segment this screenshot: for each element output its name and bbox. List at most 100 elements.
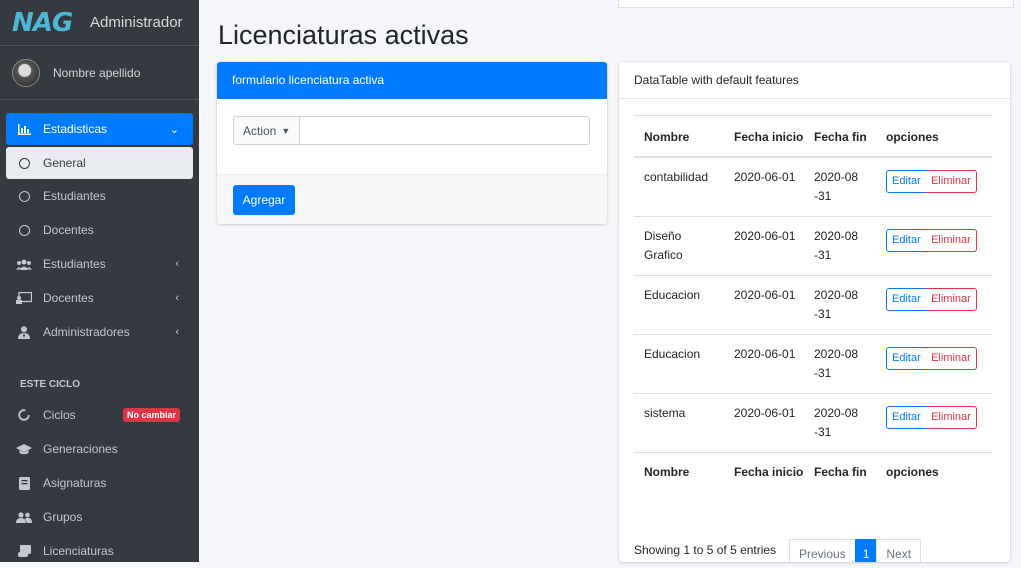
circle-icon bbox=[15, 157, 33, 169]
cell-nombre: Educacion bbox=[634, 333, 724, 393]
delete-button[interactable]: Eliminar bbox=[926, 287, 977, 311]
sidebar-item-label: Generaciones bbox=[43, 442, 118, 456]
cell-opciones: Editar Eliminar bbox=[876, 274, 992, 334]
cell-opciones: Editar Eliminar bbox=[876, 333, 992, 393]
sidebar: NAG Administrador Nombre apellido Estadi… bbox=[0, 0, 199, 562]
user-panel[interactable]: Nombre apellido bbox=[0, 46, 199, 100]
sidebar-subitem-docentes[interactable]: Docentes bbox=[6, 213, 193, 247]
sidebar-item-docentes[interactable]: Docentes ‹ bbox=[6, 281, 193, 315]
circle-icon bbox=[15, 224, 33, 236]
pagination: Previous 1 Next bbox=[789, 539, 922, 562]
column-header-fecha-inicio[interactable]: Fecha inicio bbox=[724, 115, 804, 158]
top-navbar bbox=[618, 0, 1014, 8]
input-group: Action ▼ bbox=[233, 116, 590, 145]
sidebar-item-label: Estadisticas bbox=[43, 122, 108, 136]
table-row: Diseño Grafico 2020-06-01 2020-08-31 Edi… bbox=[634, 215, 992, 275]
sidebar-item-label: Ciclos bbox=[43, 408, 76, 422]
sidebar-subitem-general[interactable]: General bbox=[6, 147, 193, 179]
action-dropdown[interactable]: Action ▼ bbox=[233, 116, 300, 145]
status-badge: No cambiar bbox=[122, 408, 180, 422]
sidebar-item-label: Estudiantes bbox=[43, 257, 106, 271]
edit-button[interactable]: Editar bbox=[886, 170, 927, 193]
dropdown-label: Action bbox=[243, 123, 277, 138]
cell-nombre: contabilidad bbox=[634, 156, 724, 216]
sidebar-item-label: Grupos bbox=[43, 510, 83, 524]
table-info: Showing 1 to 5 of 5 entries bbox=[634, 543, 777, 557]
sidebar-item-label: General bbox=[43, 156, 86, 170]
cell-fecha-inicio: 2020-06-01 bbox=[724, 333, 804, 393]
user-friends-icon bbox=[15, 511, 33, 523]
sidebar-item-label: Administradores bbox=[43, 325, 130, 339]
licenciatura-input[interactable] bbox=[300, 116, 590, 145]
cell-fecha-inicio: 2020-06-01 bbox=[724, 156, 804, 216]
sidebar-item-label: Docentes bbox=[43, 291, 94, 305]
table-row: Educacion 2020-06-01 2020-08-31 Editar E… bbox=[634, 333, 992, 393]
chevron-left-icon: ‹ bbox=[175, 258, 179, 270]
sidebar-item-label: Asignaturas bbox=[43, 476, 107, 490]
table-card: DataTable with default features Nombre F… bbox=[619, 62, 1010, 562]
delete-button[interactable]: Eliminar bbox=[926, 405, 977, 429]
form-card-footer: Agregar bbox=[217, 174, 607, 224]
sidebar-item-administradores[interactable]: Administradores ‹ bbox=[6, 315, 193, 349]
edit-button[interactable]: Editar bbox=[886, 287, 927, 311]
users-icon bbox=[15, 259, 33, 270]
edit-button[interactable]: Editar bbox=[886, 405, 927, 429]
delete-button[interactable]: Eliminar bbox=[926, 170, 977, 193]
cell-fecha-fin: 2020-08-31 bbox=[804, 215, 876, 275]
sidebar-item-label: Docentes bbox=[43, 223, 94, 237]
sidebar-subitem-estudiantes[interactable]: Estudiantes bbox=[6, 179, 193, 213]
pagination-previous[interactable]: Previous bbox=[789, 539, 856, 562]
cell-fecha-fin: 2020-08-31 bbox=[804, 392, 876, 452]
delete-button[interactable]: Eliminar bbox=[926, 346, 977, 370]
cell-opciones: Editar Eliminar bbox=[876, 156, 992, 216]
brand-link[interactable]: NAG Administrador bbox=[0, 0, 199, 46]
sidebar-item-asignaturas[interactable]: Asignaturas bbox=[6, 466, 193, 500]
cell-fecha-fin: 2020-08-31 bbox=[804, 156, 876, 216]
book-icon bbox=[15, 476, 33, 490]
sidebar-item-licenciaturas[interactable]: Licenciaturas bbox=[6, 534, 193, 568]
chevron-down-icon: ⌄ bbox=[169, 123, 179, 136]
pagination-next[interactable]: Next bbox=[876, 539, 922, 562]
chalkboard-teacher-icon bbox=[15, 292, 33, 304]
table-row: sistema 2020-06-01 2020-08-31 Editar Eli… bbox=[634, 392, 992, 452]
column-footer-nombre: Nombre bbox=[634, 451, 724, 491]
table-row: Educacion 2020-06-01 2020-08-31 Editar E… bbox=[634, 274, 992, 334]
table-header-row: Nombre Fecha inicio Fecha fin opciones bbox=[634, 115, 992, 158]
edit-button[interactable]: Editar bbox=[886, 346, 927, 370]
column-header-opciones[interactable]: opciones bbox=[876, 115, 992, 158]
cell-fecha-inicio: 2020-06-01 bbox=[724, 274, 804, 334]
cell-fecha-inicio: 2020-06-01 bbox=[724, 392, 804, 452]
graduation-cap-icon bbox=[15, 443, 33, 455]
sidebar-item-grupos[interactable]: Grupos bbox=[6, 500, 193, 534]
scroll-icon bbox=[15, 545, 33, 557]
column-footer-opciones: opciones bbox=[876, 451, 992, 491]
data-table: Nombre Fecha inicio Fecha fin opciones c… bbox=[634, 115, 992, 491]
cell-opciones: Editar Eliminar bbox=[876, 392, 992, 452]
page-title: Licenciaturas activas bbox=[218, 20, 469, 50]
brand-logo: NAG bbox=[12, 7, 73, 38]
add-button[interactable]: Agregar bbox=[233, 185, 295, 215]
chart-bar-icon bbox=[15, 123, 33, 135]
cell-opciones: Editar Eliminar bbox=[876, 215, 992, 275]
sidebar-item-ciclos[interactable]: Ciclos No cambiar bbox=[6, 398, 193, 432]
cell-nombre: Educacion bbox=[634, 274, 724, 334]
chevron-left-icon: ‹ bbox=[175, 292, 179, 304]
column-footer-fecha-inicio: Fecha inicio bbox=[724, 451, 804, 491]
column-header-nombre[interactable]: Nombre bbox=[634, 115, 724, 158]
cell-fecha-inicio: 2020-06-01 bbox=[724, 215, 804, 275]
pagination-page-1[interactable]: 1 bbox=[854, 539, 878, 562]
caret-down-icon: ▼ bbox=[281, 125, 291, 136]
sidebar-item-estadisticas[interactable]: Estadisticas ⌄ bbox=[6, 113, 193, 145]
edit-button[interactable]: Editar bbox=[886, 228, 927, 252]
nav-section-header: ESTE CICLO bbox=[20, 379, 81, 390]
content-wrapper: Licenciaturas activas formulario licenci… bbox=[199, 0, 1021, 562]
cell-fecha-fin: 2020-08-31 bbox=[804, 274, 876, 334]
cell-nombre: sistema bbox=[634, 392, 724, 452]
avatar bbox=[12, 58, 40, 87]
cell-nombre: Diseño Grafico bbox=[634, 215, 724, 275]
sidebar-item-estudiantes[interactable]: Estudiantes ‹ bbox=[6, 247, 193, 281]
sidebar-item-generaciones[interactable]: Generaciones bbox=[6, 432, 193, 466]
table-footer-row: Nombre Fecha inicio Fecha fin opciones bbox=[634, 451, 992, 491]
delete-button[interactable]: Eliminar bbox=[926, 228, 977, 252]
column-header-fecha-fin[interactable]: Fecha fin bbox=[804, 115, 876, 158]
